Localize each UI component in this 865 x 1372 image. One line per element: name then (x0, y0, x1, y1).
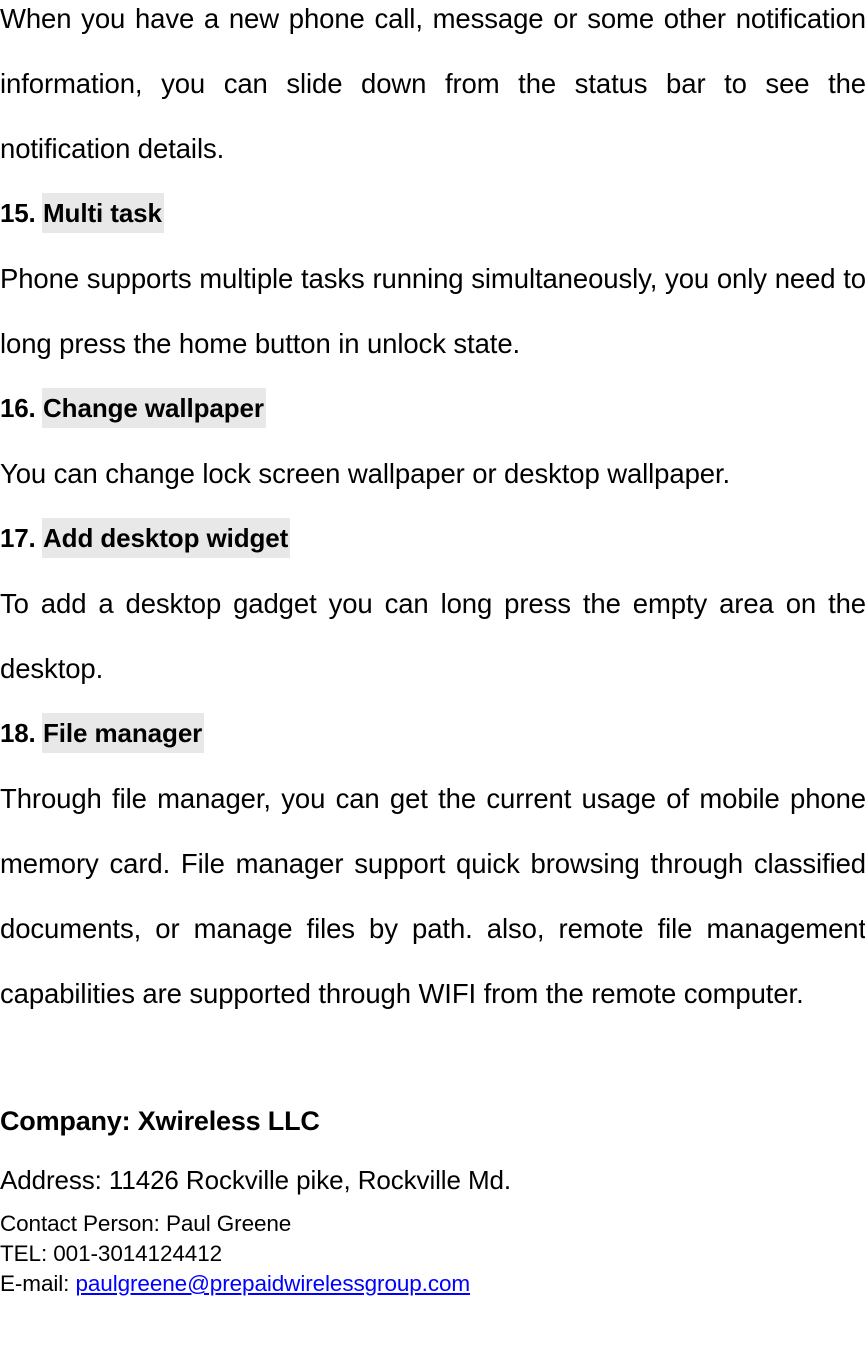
section-heading-18: 18. File manager (0, 701, 865, 766)
section-number-18: 18. (0, 718, 36, 748)
section-heading-16: 16. Change wallpaper (0, 376, 865, 441)
section-title-15: Multi task (42, 193, 164, 233)
intro-paragraph: When you have a new phone call, message … (0, 3, 865, 164)
contact-person: Contact Person: Paul Greene (0, 1211, 292, 1236)
section-body-17: To add a desktop gadget you can long pre… (0, 588, 865, 684)
section-body-15: Phone supports multiple tasks running si… (0, 263, 865, 359)
company-name: Company: Xwireless LLC (0, 1106, 320, 1136)
section-body-16: You can change lock screen wallpaper or … (0, 458, 731, 489)
section-heading-15: 15. Multi task (0, 181, 865, 246)
footer-spacer (0, 1026, 865, 1091)
contact-email-row: E-mail: paulgreene@prepaidwirelessgroup.… (0, 1269, 865, 1299)
section-number-16: 16. (0, 393, 36, 423)
section-title-18: File manager (42, 713, 205, 753)
section-title-17: Add desktop widget (42, 518, 291, 558)
document-page: When you have a new phone call, message … (0, 0, 865, 1372)
contact-telephone: TEL: 001-3014124412 (0, 1241, 223, 1266)
company-address: Address: 11426 Rockville pike, Rockville… (0, 1165, 512, 1195)
section-body-18: Through file manager, you can get the cu… (0, 783, 865, 1009)
section-title-16: Change wallpaper (42, 388, 266, 428)
document-body: When you have a new phone call, message … (0, 0, 865, 1299)
email-label: E-mail: (0, 1271, 70, 1296)
section-number-15: 15. (0, 198, 36, 228)
email-link[interactable]: paulgreene@prepaidwirelessgroup.com (75, 1271, 470, 1296)
section-heading-17: 17. Add desktop widget (0, 506, 865, 571)
section-number-17: 17. (0, 523, 36, 553)
